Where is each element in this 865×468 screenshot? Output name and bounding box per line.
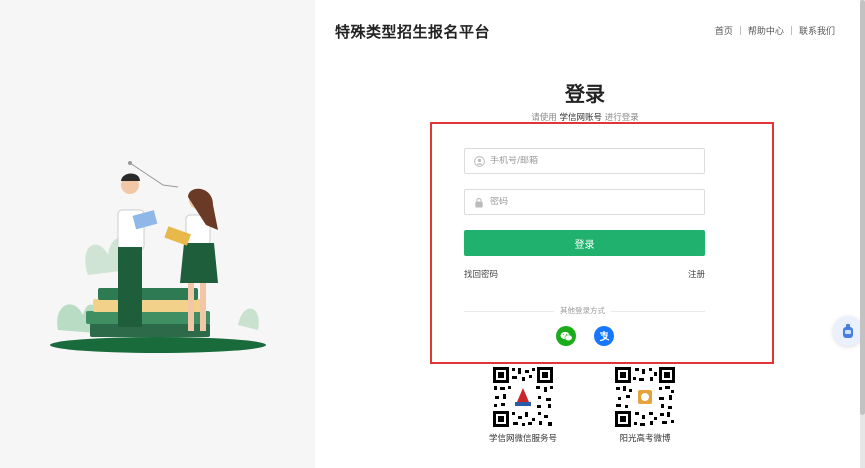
students-reading-illustration xyxy=(50,161,266,353)
nav-home-link[interactable]: 首页 xyxy=(715,24,733,37)
floating-assistant-button[interactable] xyxy=(833,316,863,346)
nav-separator: | xyxy=(789,25,793,36)
login-button[interactable]: 登录 xyxy=(464,230,705,256)
login-page: 特殊类型招生报名平台 首页 | 帮助中心 | 联系我们 登录 请使用 学信网账号… xyxy=(0,0,865,468)
username-input[interactable] xyxy=(490,156,690,166)
nav-contact-link[interactable]: 联系我们 xyxy=(799,24,835,37)
alipay-login-button[interactable] xyxy=(594,326,614,346)
wechat-qrcode-label: 学信网微信服务号 xyxy=(488,434,557,444)
illustration-panel xyxy=(0,0,315,468)
wechat-login-button[interactable] xyxy=(556,326,576,346)
nav-separator: | xyxy=(738,25,742,36)
user-icon xyxy=(473,155,485,167)
other-login-label: 其他登录方式 xyxy=(554,305,611,316)
scrollbar[interactable] xyxy=(860,0,865,468)
password-input[interactable] xyxy=(490,197,690,207)
weibo-qrcode xyxy=(614,366,676,428)
alipay-icon xyxy=(599,331,610,342)
site-title: 特殊类型招生报名平台 xyxy=(335,23,491,41)
wechat-qrcode xyxy=(492,366,554,428)
lock-icon xyxy=(473,196,485,208)
weibo-qrcode-label: 阳光高考微博 xyxy=(619,434,671,444)
login-title: 登录 xyxy=(565,82,605,106)
username-field[interactable] xyxy=(464,148,705,174)
scrollbar-thumb[interactable] xyxy=(860,0,865,415)
wechat-icon xyxy=(560,331,572,341)
forgot-password-link[interactable]: 找回密码 xyxy=(464,268,498,280)
assistant-icon xyxy=(843,324,853,338)
top-nav: 首页 | 帮助中心 | 联系我们 xyxy=(715,24,835,38)
register-link[interactable]: 注册 xyxy=(688,268,705,280)
password-field[interactable] xyxy=(464,189,705,215)
nav-help-link[interactable]: 帮助中心 xyxy=(748,24,784,37)
